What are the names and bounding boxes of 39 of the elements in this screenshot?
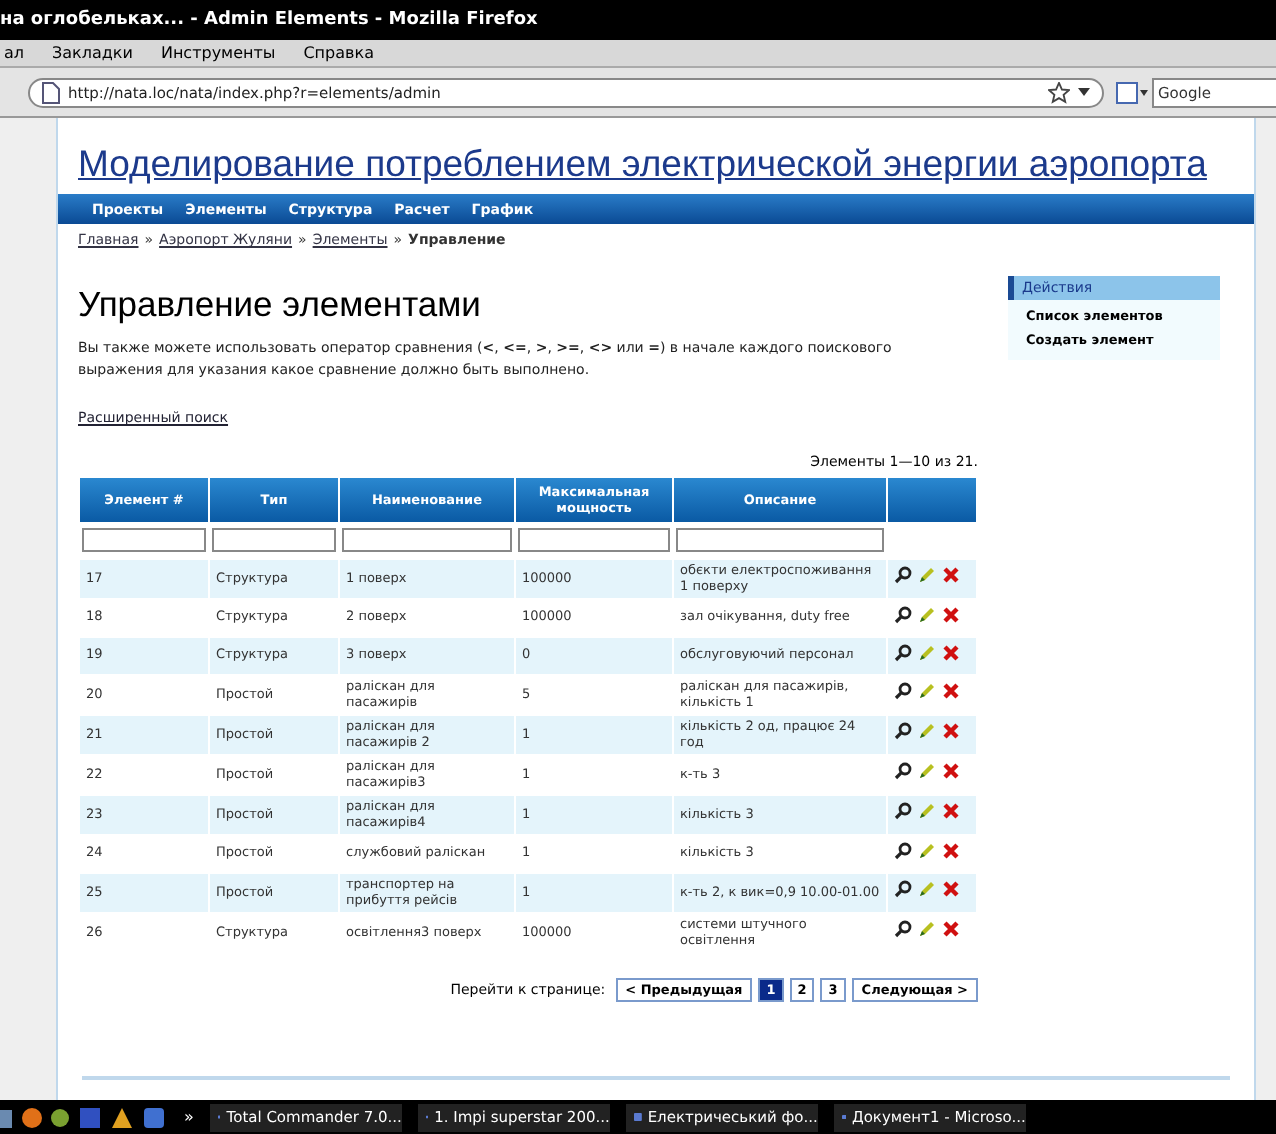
delete-icon[interactable]	[942, 605, 960, 624]
view-icon[interactable]	[894, 643, 912, 662]
view-icon[interactable]	[894, 722, 912, 741]
view-icon[interactable]	[894, 682, 912, 701]
delete-icon[interactable]	[942, 762, 960, 781]
page-heading: Управление элементами	[78, 284, 483, 326]
star-icon[interactable]	[1048, 81, 1070, 103]
delete-icon[interactable]	[942, 566, 960, 585]
view-icon[interactable]	[894, 802, 912, 821]
delete-icon[interactable]	[942, 722, 960, 741]
site-title[interactable]: Моделирование потреблением электрической энергии аэропорта	[58, 118, 1254, 194]
delete-icon[interactable]	[942, 802, 960, 821]
delete-icon[interactable]	[942, 682, 960, 701]
filter-field[interactable]	[82, 528, 206, 552]
view-icon[interactable]	[894, 762, 912, 781]
menu-item[interactable]: Инструменты	[156, 44, 280, 62]
view-icon[interactable]	[894, 880, 912, 899]
menu-item[interactable]: Справка	[299, 44, 378, 62]
page-icon	[42, 81, 60, 103]
delete-icon[interactable]	[942, 880, 960, 899]
delete-icon[interactable]	[942, 643, 960, 662]
filter-field[interactable]	[676, 528, 884, 552]
filter-field[interactable]	[342, 528, 512, 552]
menu-item[interactable]: Закладки	[48, 44, 137, 62]
more-button[interactable]: »	[184, 1108, 194, 1126]
menu-item[interactable]: ал	[0, 44, 29, 62]
quick-launch-drawing[interactable]	[0, 1105, 168, 1129]
dropdown-icon[interactable]	[1078, 88, 1090, 96]
window-title: на оглобельках... - Admin Elements - Mozilla Firefox	[0, 10, 538, 30]
view-icon[interactable]	[894, 920, 912, 939]
delete-icon[interactable]	[942, 841, 960, 860]
view-icon[interactable]	[894, 566, 912, 585]
view-icon[interactable]	[894, 841, 912, 860]
search-engine-icon[interactable]	[1116, 81, 1148, 103]
column-header	[888, 478, 976, 522]
filter-field[interactable]	[518, 528, 670, 552]
filter-field[interactable]	[212, 528, 336, 552]
delete-icon[interactable]	[942, 920, 960, 939]
view-icon[interactable]	[894, 605, 912, 624]
